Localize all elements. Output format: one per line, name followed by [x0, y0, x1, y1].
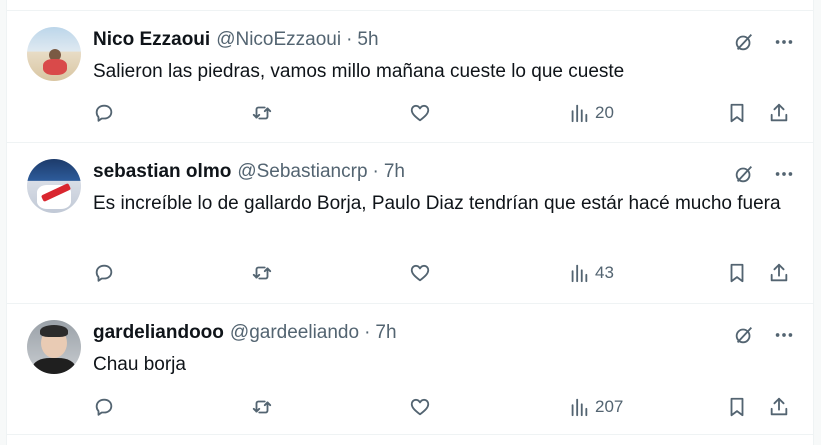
like-button[interactable]: [409, 98, 431, 128]
reply-icon: [95, 398, 113, 416]
timestamp[interactable]: 7h: [384, 161, 405, 183]
bookmark-icon: [730, 397, 744, 417]
separator-dot: ·: [346, 29, 353, 50]
avatar[interactable]: [27, 320, 81, 374]
timeline-feed: Nico Ezzaoui @NicoEzzaoui · 5h Salieron …: [6, 0, 814, 445]
user-name[interactable]: sebastian olmo: [93, 161, 231, 183]
tweet-header: gardeliandooo @gardeeliando · 7h: [93, 321, 397, 345]
user-name[interactable]: gardeliandooo: [93, 322, 224, 344]
tweet[interactable]: sebastian olmo @Sebastiancrp · 7h Es inc…: [7, 143, 813, 304]
avatar[interactable]: [27, 27, 81, 81]
more-icon[interactable]: [769, 159, 799, 189]
avatar[interactable]: [27, 159, 81, 213]
heart-icon: [410, 398, 430, 416]
tweet-actions: 207: [93, 392, 799, 422]
more-icon[interactable]: [769, 27, 799, 57]
views-count: 43: [595, 263, 614, 282]
share-button[interactable]: [768, 98, 790, 128]
timestamp[interactable]: 5h: [357, 29, 378, 51]
grok-icon[interactable]: [729, 320, 759, 350]
like-button[interactable]: [409, 392, 431, 422]
more-icon[interactable]: [769, 320, 799, 350]
repost-icon: [252, 400, 272, 414]
views-chart-icon: [571, 104, 588, 123]
tweet-top-actions: [729, 320, 799, 350]
user-name[interactable]: Nico Ezzaoui: [93, 29, 210, 51]
views-button[interactable]: 20: [568, 98, 614, 128]
bookmark-button[interactable]: [726, 392, 748, 422]
share-icon: [770, 263, 788, 282]
heart-icon: [410, 104, 430, 122]
views-button[interactable]: 43: [568, 258, 614, 288]
user-handle[interactable]: @NicoEzzaoui: [216, 29, 341, 51]
repost-button[interactable]: [251, 98, 273, 128]
views-count: 207: [595, 397, 624, 416]
tweet-top-actions: [729, 27, 799, 57]
reply-button[interactable]: [93, 98, 115, 128]
reply-button[interactable]: [93, 258, 115, 288]
tweet-header: sebastian olmo @Sebastiancrp · 7h: [93, 160, 405, 184]
bookmark-icon: [730, 263, 744, 283]
tweet-text: Chau borja: [93, 354, 186, 375]
share-icon: [770, 397, 788, 416]
tweet[interactable]: Nico Ezzaoui @NicoEzzaoui · 5h Salieron …: [7, 10, 813, 143]
views-chart-icon: [571, 398, 588, 417]
reply-icon: [95, 104, 113, 122]
repost-icon: [252, 106, 272, 120]
heart-icon: [410, 264, 430, 282]
avatar-hair: [40, 325, 68, 337]
share-button[interactable]: [768, 258, 790, 288]
user-handle[interactable]: @Sebastiancrp: [237, 161, 367, 183]
like-button[interactable]: [409, 258, 431, 288]
views-button[interactable]: 207: [568, 392, 623, 422]
tweet-actions: 20: [93, 98, 799, 128]
reply-button[interactable]: [93, 392, 115, 422]
share-icon: [770, 103, 788, 122]
views-chart-icon: [571, 264, 588, 283]
tweet-top-actions: [729, 159, 799, 189]
bookmark-icon: [730, 103, 744, 123]
tweet[interactable]: gardeliandooo @gardeeliando · 7h Chau bo…: [7, 304, 813, 435]
separator-dot: ·: [372, 161, 379, 182]
avatar-body: [33, 358, 75, 374]
separator-dot: ·: [364, 322, 371, 343]
repost-button[interactable]: [251, 258, 273, 288]
bookmark-button[interactable]: [726, 258, 748, 288]
avatar-figure-body: [43, 59, 67, 75]
tweet-actions: 43: [93, 258, 799, 288]
repost-button[interactable]: [251, 392, 273, 422]
timestamp[interactable]: 7h: [375, 322, 396, 344]
bookmark-button[interactable]: [726, 98, 748, 128]
tweet-header: Nico Ezzaoui @NicoEzzaoui · 5h: [93, 28, 379, 52]
grok-icon[interactable]: [729, 27, 759, 57]
user-handle[interactable]: @gardeeliando: [230, 322, 359, 344]
tweet-text: Es increíble lo de gallardo Borja, Paulo…: [93, 193, 781, 214]
tweet-text: Salieron las piedras, vamos millo mañana…: [93, 61, 625, 82]
reply-icon: [95, 264, 113, 282]
views-count: 20: [595, 103, 614, 122]
grok-icon[interactable]: [729, 159, 759, 189]
repost-icon: [252, 266, 272, 280]
share-button[interactable]: [768, 392, 790, 422]
